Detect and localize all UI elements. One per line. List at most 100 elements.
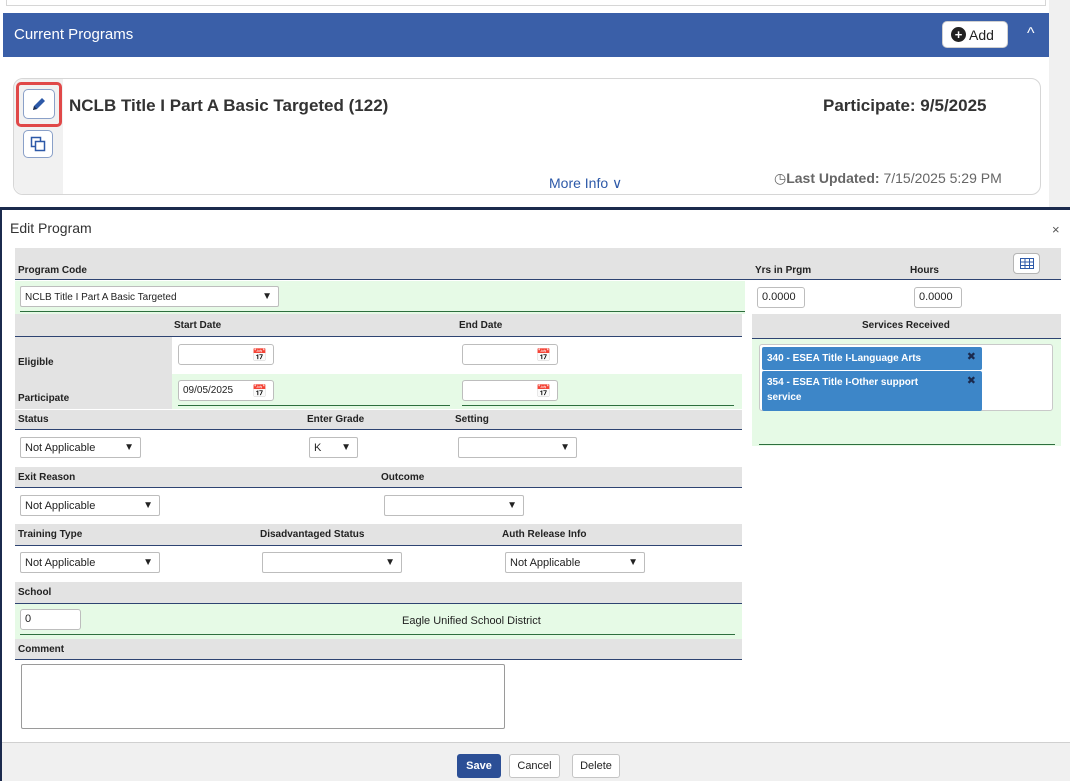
program-card: NCLB Title I Part A Basic Targeted (122)… xyxy=(13,78,1041,195)
exit-reason-select[interactable]: Not Applicable ▼ xyxy=(20,495,160,516)
table-grid-icon xyxy=(1019,258,1034,269)
dropdown-arrow-icon: ▼ xyxy=(560,442,570,453)
disadvantaged-select[interactable]: ▼ xyxy=(262,552,402,573)
last-updated: ◷Last Updated: 7/15/2025 5:29 PM xyxy=(774,170,1002,187)
calendar-icon[interactable]: 📅 xyxy=(536,384,551,398)
program-code-label: Program Code xyxy=(18,265,87,276)
participate-start-date[interactable]: 09/05/2025 📅 xyxy=(178,380,274,401)
hours-label: Hours xyxy=(910,265,939,276)
eligible-label: Eligible xyxy=(18,357,54,368)
dropdown-arrow-icon: ▼ xyxy=(143,500,153,511)
service-tag-label: 340 - ESEA Title I-Language Arts xyxy=(767,353,922,364)
clock-icon: ◷ xyxy=(774,170,787,186)
status-select[interactable]: Not Applicable ▼ xyxy=(20,437,141,458)
calendar-icon[interactable]: 📅 xyxy=(536,348,551,362)
status-label: Status xyxy=(18,414,49,425)
participate-end-underline xyxy=(462,405,734,406)
participate-start-underline xyxy=(178,405,450,406)
school-label: School xyxy=(18,587,52,598)
previous-panel-edge xyxy=(6,0,1046,6)
status-header: Status Enter Grade Setting xyxy=(15,410,742,430)
cancel-button[interactable]: Cancel xyxy=(509,754,560,778)
dropdown-arrow-icon: ▼ xyxy=(628,557,638,568)
school-underline xyxy=(20,634,735,635)
yrs-in-program-input[interactable]: 0.0000 xyxy=(757,287,805,308)
calendar-icon[interactable]: 📅 xyxy=(252,384,267,398)
service-tag: 340 - ESEA Title I-Language Arts ✖ xyxy=(762,347,982,370)
calendar-icon[interactable]: 📅 xyxy=(252,348,267,362)
current-programs-title: Current Programs xyxy=(14,26,134,43)
program-code-value: NCLB Title I Part A Basic Targeted xyxy=(25,292,177,303)
disadvantaged-label: Disadvantaged Status xyxy=(260,529,365,540)
outcome-select[interactable]: ▼ xyxy=(384,495,524,516)
chevron-up-icon[interactable]: ^ xyxy=(1027,25,1035,43)
services-header: Services Received xyxy=(752,314,1061,339)
eligible-start-date[interactable]: 📅 xyxy=(178,344,274,365)
hours-input[interactable]: 0.0000 xyxy=(914,287,962,308)
training-type-select[interactable]: Not Applicable ▼ xyxy=(20,552,160,573)
services-label: Services Received xyxy=(862,320,950,331)
comment-label: Comment xyxy=(18,644,65,655)
dropdown-arrow-icon: ▼ xyxy=(507,500,517,511)
participate-date: Participate: 9/5/2025 xyxy=(823,96,987,115)
delete-button[interactable]: Delete xyxy=(572,754,620,778)
comment-header: Comment xyxy=(15,639,742,660)
add-program-button[interactable]: + Add xyxy=(942,21,1008,48)
dates-header: Start Date End Date xyxy=(15,314,742,337)
plus-circle-icon: + xyxy=(951,27,966,42)
auth-release-value: Not Applicable xyxy=(510,557,581,569)
auth-release-label: Auth Release Info xyxy=(502,529,587,540)
page-scrollbar[interactable] xyxy=(1049,0,1070,207)
dropdown-arrow-icon: ▼ xyxy=(262,291,272,302)
grid-view-button[interactable] xyxy=(1013,253,1040,274)
training-header: Training Type Disadvantaged Status Auth … xyxy=(15,524,742,546)
auth-release-select[interactable]: Not Applicable ▼ xyxy=(505,552,645,573)
dropdown-arrow-icon: ▼ xyxy=(385,557,395,568)
edit-program-dialog: Edit Program × Program Code Yrs in Prgm … xyxy=(0,207,1070,781)
start-date-label: Start Date xyxy=(174,320,222,331)
copy-icon xyxy=(30,136,46,152)
yrs-label: Yrs in Prgm xyxy=(755,265,812,276)
exit-reason-label: Exit Reason xyxy=(18,472,76,483)
copy-program-button[interactable] xyxy=(23,130,53,158)
training-type-label: Training Type xyxy=(18,529,83,540)
enter-grade-value: K xyxy=(314,442,322,454)
program-code-underline xyxy=(20,311,745,312)
remove-tag-icon[interactable]: ✖ xyxy=(967,374,976,389)
eligible-end-date[interactable]: 📅 xyxy=(462,344,558,365)
more-info-link[interactable]: More Info ∨ xyxy=(549,175,622,192)
close-icon[interactable]: × xyxy=(1052,222,1060,237)
remove-tag-icon[interactable]: ✖ xyxy=(967,350,976,365)
program-list-page: Current Programs + Add ^ NCLB Title I Pa… xyxy=(0,0,1070,207)
participate-start-value: 09/05/2025 xyxy=(183,385,234,396)
dialog-footer: Save Cancel Delete xyxy=(2,742,1070,781)
exit-reason-value: Not Applicable xyxy=(25,500,96,512)
participate-label: Participate xyxy=(18,393,70,404)
services-multiselect[interactable]: 340 - ESEA Title I-Language Arts ✖ 354 -… xyxy=(759,344,1053,411)
setting-label: Setting xyxy=(455,414,489,425)
program-code-select[interactable]: NCLB Title I Part A Basic Targeted ▼ xyxy=(20,286,279,307)
setting-select[interactable]: ▼ xyxy=(458,437,577,458)
dropdown-arrow-icon: ▼ xyxy=(143,557,153,568)
service-tag: 354 - ESEA Title I-Other support service… xyxy=(762,371,982,411)
pencil-icon xyxy=(33,98,45,110)
dialog-title: Edit Program xyxy=(10,220,92,236)
dropdown-arrow-icon: ▼ xyxy=(124,442,134,453)
participate-end-date[interactable]: 📅 xyxy=(462,380,558,401)
dropdown-arrow-icon: ▼ xyxy=(341,442,351,453)
program-name: NCLB Title I Part A Basic Targeted (122) xyxy=(69,96,389,115)
status-value: Not Applicable xyxy=(25,442,96,454)
last-updated-label: Last Updated: xyxy=(786,170,880,186)
program-code-header: Program Code Yrs in Prgm Hours xyxy=(15,248,1061,280)
edit-program-button[interactable] xyxy=(23,89,55,119)
school-name: Eagle Unified School District xyxy=(402,615,541,627)
save-button[interactable]: Save xyxy=(457,754,501,778)
enter-grade-select[interactable]: K ▼ xyxy=(309,437,358,458)
comment-textarea[interactable] xyxy=(21,664,505,729)
end-date-label: End Date xyxy=(459,320,503,331)
school-code-input[interactable]: 0 xyxy=(20,609,81,630)
outcome-label: Outcome xyxy=(381,472,425,483)
school-header: School xyxy=(15,582,742,604)
last-updated-value: 7/15/2025 5:29 PM xyxy=(879,170,1002,186)
services-underline xyxy=(759,444,1055,445)
